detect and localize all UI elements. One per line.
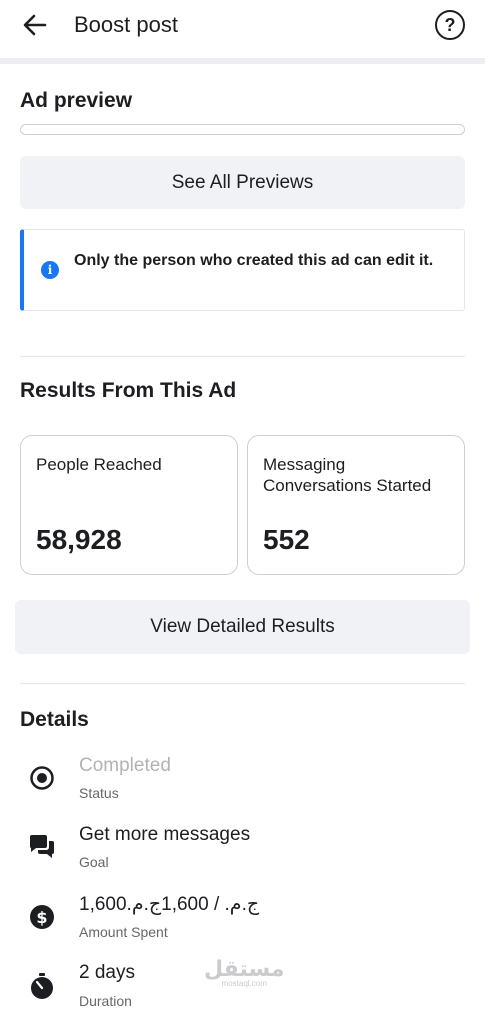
ad-preview-heading: Ad preview	[20, 89, 133, 112]
status-label: Status	[79, 785, 119, 801]
watermark-domain: mostaql.com	[221, 979, 267, 988]
results-heading: Results From This Ad	[20, 379, 237, 402]
top-app-bar: Boost post ?	[0, 0, 485, 58]
goal-label: Goal	[79, 854, 109, 870]
status-radio-icon	[28, 764, 56, 792]
status-value: Completed	[79, 755, 171, 776]
notice-text: Only the person who created this ad can …	[74, 252, 434, 269]
goal-value: Get more messages	[79, 824, 251, 845]
stat-value: 552	[263, 524, 310, 555]
stat-label: People Reached	[36, 455, 162, 474]
edit-permission-notice: i Only the person who created this ad ca…	[20, 229, 465, 311]
svg-text:$: $	[36, 908, 47, 927]
chat-bubbles-icon	[28, 833, 56, 861]
watermark-text: مستقل	[204, 956, 285, 981]
info-icon: i	[41, 261, 59, 279]
ad-preview-placeholder	[20, 124, 465, 135]
messaging-conversations-card[interactable]: Messaging Conversations Started 552	[247, 435, 465, 575]
view-detailed-results-button[interactable]: View Detailed Results	[15, 600, 470, 654]
back-arrow-icon[interactable]	[20, 10, 50, 40]
duration-label: Duration	[79, 993, 132, 1009]
stat-label: Messaging Conversations Started	[263, 455, 432, 495]
amount-spent-value: 1,600ج.م.‏ / 1,600ج.م.‏	[79, 894, 260, 915]
watermark-logo: مستقل mostaql.com	[204, 958, 284, 988]
stat-value: 58,928	[36, 524, 122, 555]
section-divider	[20, 356, 465, 357]
section-divider	[20, 683, 465, 684]
page-title: Boost post	[74, 12, 178, 37]
people-reached-card[interactable]: People Reached 58,928	[20, 435, 238, 575]
duration-value: 2 days	[79, 962, 135, 983]
header-divider	[0, 58, 485, 64]
amount-spent-label: Amount Spent	[79, 924, 168, 940]
help-icon[interactable]: ?	[435, 10, 465, 40]
stopwatch-icon	[28, 972, 56, 1000]
details-heading: Details	[20, 708, 89, 731]
dollar-coin-icon: $	[28, 903, 56, 931]
see-all-previews-button[interactable]: See All Previews	[20, 156, 465, 209]
